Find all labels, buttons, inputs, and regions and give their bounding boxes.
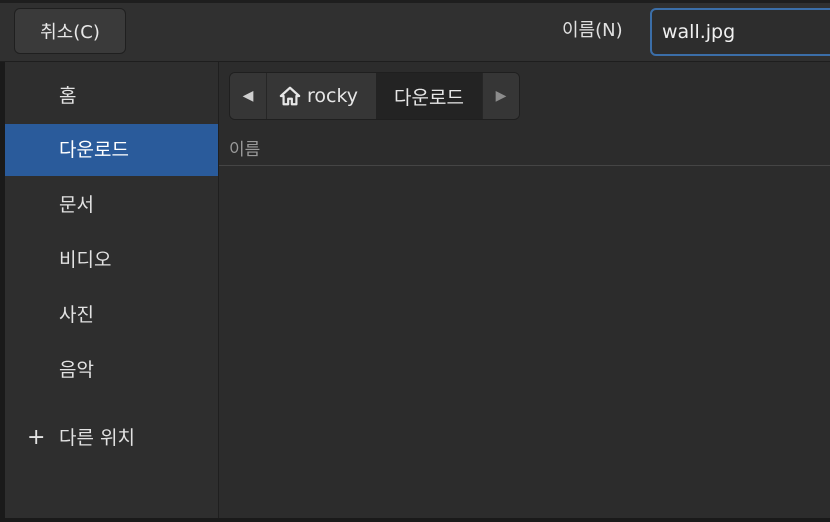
sidebar-item-home[interactable]: 홈 (5, 70, 218, 122)
window-bottom-border (0, 518, 830, 522)
path-forward-button[interactable]: ▶ (481, 73, 519, 119)
sidebar-item-label: 다른 위치 (59, 427, 135, 449)
sidebar-item-videos[interactable]: 비디오 (5, 234, 218, 286)
column-header-label: 이름 (229, 140, 261, 160)
filename-input[interactable]: wall.jpg (650, 8, 830, 56)
sidebar-item-pictures[interactable]: 사진 (5, 289, 218, 341)
path-crumb-downloads[interactable]: 다운로드 (376, 73, 482, 119)
home-icon (279, 86, 301, 106)
places-sidebar: 홈 다운로드 문서 비디오 사진 음악 + 다른 위치 (0, 62, 219, 518)
sidebar-item-label: 문서 (59, 194, 94, 216)
sidebar-item-label: 음악 (59, 359, 94, 381)
chevron-left-icon: ◀ (242, 88, 254, 104)
path-crumb-label: 다운로드 (394, 86, 464, 109)
cancel-button[interactable]: 취소(C) (14, 8, 126, 54)
file-browser-main: ◀ rocky 다운로드 ▶ 이름 (219, 62, 830, 518)
file-list[interactable] (219, 167, 830, 518)
sidebar-item-downloads[interactable]: 다운로드 (5, 124, 218, 176)
sidebar-item-label: 다운로드 (59, 139, 129, 161)
sidebar-item-documents[interactable]: 문서 (5, 179, 218, 231)
plus-icon: + (27, 425, 46, 450)
path-crumb-label: rocky (307, 85, 359, 107)
sidebar-item-music[interactable]: 음악 (5, 344, 218, 396)
sidebar-item-label: 홈 (59, 85, 77, 107)
chevron-right-icon: ▶ (495, 88, 507, 104)
path-crumb-home[interactable]: rocky (267, 73, 377, 119)
path-bar: ◀ rocky 다운로드 ▶ (229, 72, 520, 120)
column-header-name[interactable]: 이름 (219, 134, 830, 166)
filename-label: 이름(N) (562, 20, 623, 41)
sidebar-item-label: 사진 (59, 304, 94, 326)
dialog-header-bar: 취소(C) 이름(N) wall.jpg (0, 0, 830, 62)
cancel-button-label: 취소(C) (40, 22, 100, 43)
sidebar-item-other-locations[interactable]: + 다른 위치 (5, 412, 218, 464)
path-back-button[interactable]: ◀ (230, 73, 267, 119)
sidebar-item-label: 비디오 (59, 249, 112, 271)
file-save-dialog: 취소(C) 이름(N) wall.jpg 홈 다운로드 문서 비디오 사진 음악… (0, 0, 830, 522)
